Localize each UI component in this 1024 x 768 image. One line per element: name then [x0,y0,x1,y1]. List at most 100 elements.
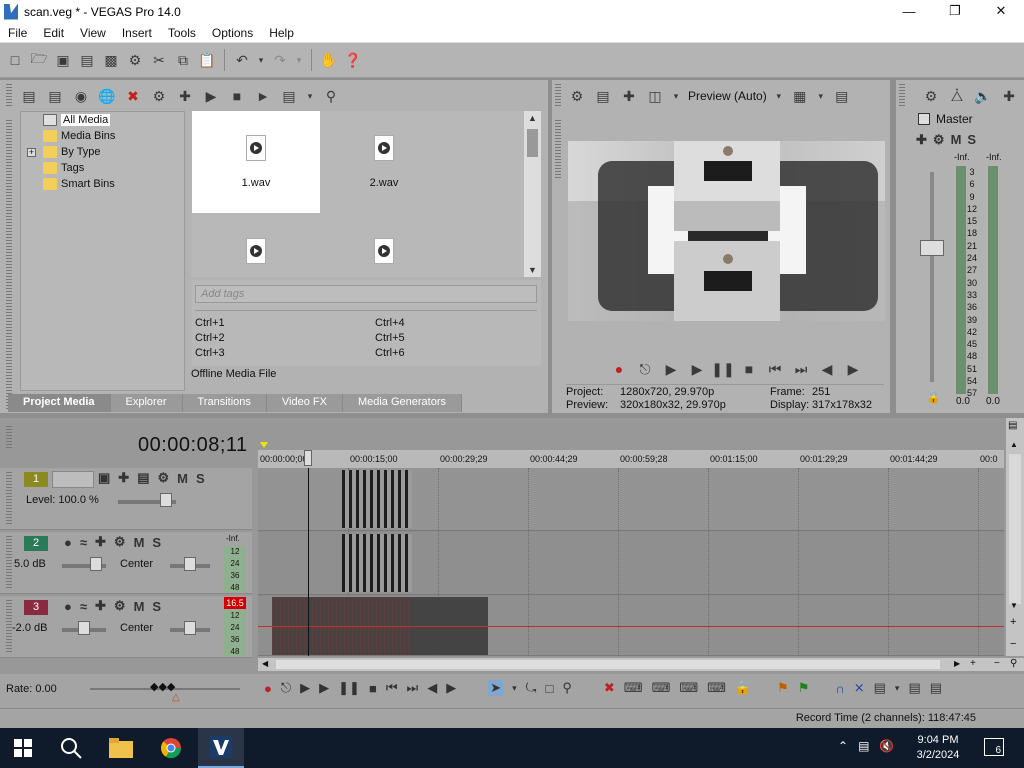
scroll-thumb[interactable] [276,660,940,669]
quality-dropdown-icon[interactable]: ▾ [775,87,783,105]
play-from-start-icon[interactable]: ▶ [300,680,310,696]
scroll-thumb[interactable] [527,129,538,157]
pause-icon[interactable]: ❚❚ [338,680,360,696]
scroll-up-icon[interactable]: ▲ [1010,440,1018,449]
menu-options[interactable]: Options [204,26,261,40]
timeline-vertical-scrollbar[interactable]: ▤ ▲ ▼ + − [1006,418,1024,656]
selection-tool-icon[interactable]: □ [546,681,554,696]
media-item-4[interactable] [320,216,448,277]
zoom-out-vertical-icon[interactable]: − [1010,638,1016,650]
auto-ripple-icon[interactable]: ▤ [874,680,886,696]
tools-hand-icon[interactable]: ✋ [320,51,338,69]
tab-video-fx[interactable]: Video FX [266,394,343,412]
new-project-icon[interactable]: □ [6,51,24,69]
master-solo-button[interactable]: S [967,132,976,148]
play-from-start-icon[interactable]: ▶ [662,360,680,378]
zoom-in-vertical-icon[interactable]: + [1010,616,1016,628]
scroll-down-icon[interactable]: ▼ [524,265,541,275]
preview-properties-icon[interactable]: ⚙ [568,87,586,105]
insert-marker-icon[interactable]: ⚑ [777,680,789,696]
track-name-field-1[interactable] [52,471,94,488]
trim-icon[interactable]: ⌨ [624,680,643,696]
tab-transitions[interactable]: Transitions [182,394,267,412]
track-fx-icon[interactable]: ▤ [137,470,149,486]
whats-this-help-icon[interactable]: ❓ [344,51,362,69]
taskbar-clock[interactable]: 9:04 PM 3/2/2024 [900,733,976,763]
chrome-button[interactable] [148,728,194,768]
import-media-icon[interactable]: ▤ [20,87,38,105]
go-to-start-icon[interactable]: ⏮ [766,360,784,378]
media-grid-scrollbar[interactable]: ▲ ▼ [524,111,541,277]
arm-record-icon[interactable]: ● [64,535,72,550]
tracks-area[interactable] [258,468,1004,656]
solo-button-1[interactable]: S [196,471,205,486]
network-icon[interactable]: ▤ [858,739,869,753]
media-item-2-wav[interactable]: 2.wav [320,111,448,213]
mute-button-2[interactable]: M [134,535,145,550]
tree-item-smart-bins[interactable]: Smart Bins [43,176,115,192]
tab-project-media[interactable]: Project Media [8,394,111,412]
views-icon[interactable]: ▤ [280,87,298,105]
stop-icon[interactable]: ■ [369,681,377,696]
previous-frame-icon[interactable]: ◀ [818,360,836,378]
previous-frame-icon[interactable]: ◀ [427,680,437,696]
paste-icon[interactable]: 📋 [198,51,216,69]
lock-icon[interactable]: 🔒 [926,390,941,404]
track-fx-icon[interactable]: ✚ [95,598,106,614]
play-icon[interactable]: ▶ [688,360,706,378]
go-to-end-icon[interactable]: ⏭ [792,360,810,378]
next-frame-icon[interactable]: ▶ [446,680,456,696]
stop-icon[interactable]: ■ [228,87,246,105]
remove-media-icon[interactable]: ✖ [124,87,142,105]
split-icon[interactable]: ⌨ [707,680,726,696]
auto-crossfade-icon[interactable]: ⨯ [854,680,865,696]
notifications-button[interactable]: 6 [984,738,1004,756]
next-frame-icon[interactable]: ▶ [844,360,862,378]
menu-view[interactable]: View [72,26,114,40]
invert-phase-icon[interactable]: ≈ [80,599,87,614]
volume-muted-icon[interactable]: 🔇 [879,739,894,753]
trim-start-icon[interactable]: ⌨ [652,680,671,696]
trim-end-icon[interactable]: ⌨ [679,680,698,696]
audio-clip-events-2[interactable] [342,534,412,592]
tab-media-generators[interactable]: Media Generators [342,394,462,412]
track-header-1[interactable]: 1 ▣ ✚ ▤ ⚙ M S Level: 100.0 % [0,468,252,530]
media-item-3[interactable] [192,216,320,277]
render-icon[interactable]: ▩ [102,51,120,69]
tree-item-all-media[interactable]: All Media [43,112,111,128]
redo-dropdown-icon[interactable]: ▾ [295,51,303,69]
go-to-start-icon[interactable]: ⏮ [386,680,398,696]
pan-knob-3[interactable] [184,621,196,635]
menu-edit[interactable]: Edit [35,26,72,40]
mute-button-3[interactable]: M [134,599,145,614]
lock-envelopes-icon[interactable]: ▤ [908,680,920,696]
video-preview-screen[interactable] [568,141,885,321]
properties-icon[interactable]: ⚙ [126,51,144,69]
invert-phase-icon[interactable]: ≈ [80,535,87,550]
menu-insert[interactable]: Insert [114,26,160,40]
play-icon[interactable]: ▶ [319,680,329,696]
master-fx-icon[interactable]: ✚ [916,132,927,148]
tree-item-tags[interactable]: Tags [43,160,84,176]
overlays-dropdown-icon[interactable]: ▾ [817,87,825,105]
record-icon[interactable]: ● [610,360,628,378]
media-properties-icon[interactable]: ✚ [176,87,194,105]
zoom-tool-icon[interactable]: ⚲ [1010,658,1017,669]
ignore-grouping-icon[interactable]: ▤ [930,680,942,696]
menu-tools[interactable]: Tools [160,26,204,40]
volume-envelope[interactable] [258,626,1004,627]
tree-item-by-type[interactable]: By Type [43,144,101,160]
split-screen-icon[interactable]: ✚ [620,87,638,105]
mixer-properties-icon[interactable]: ⚙ [922,87,940,105]
record-icon[interactable]: ● [264,681,272,696]
start-button[interactable] [0,728,46,768]
insert-bus-icon[interactable]: ✚ [1000,87,1018,105]
volume-knob-3[interactable] [78,621,90,635]
get-media-web-icon[interactable]: 🌐 [98,87,116,105]
scroll-up-icon[interactable]: ▲ [524,113,541,123]
go-to-end-icon[interactable]: ⏭ [407,680,419,696]
copy-snapshot-icon[interactable]: ▤ [833,87,851,105]
track-composite-icon[interactable]: ✚ [118,470,129,486]
downmix-output-icon[interactable]: ⧊ [948,87,966,105]
scroll-right-icon[interactable]: ▶ [954,659,960,668]
